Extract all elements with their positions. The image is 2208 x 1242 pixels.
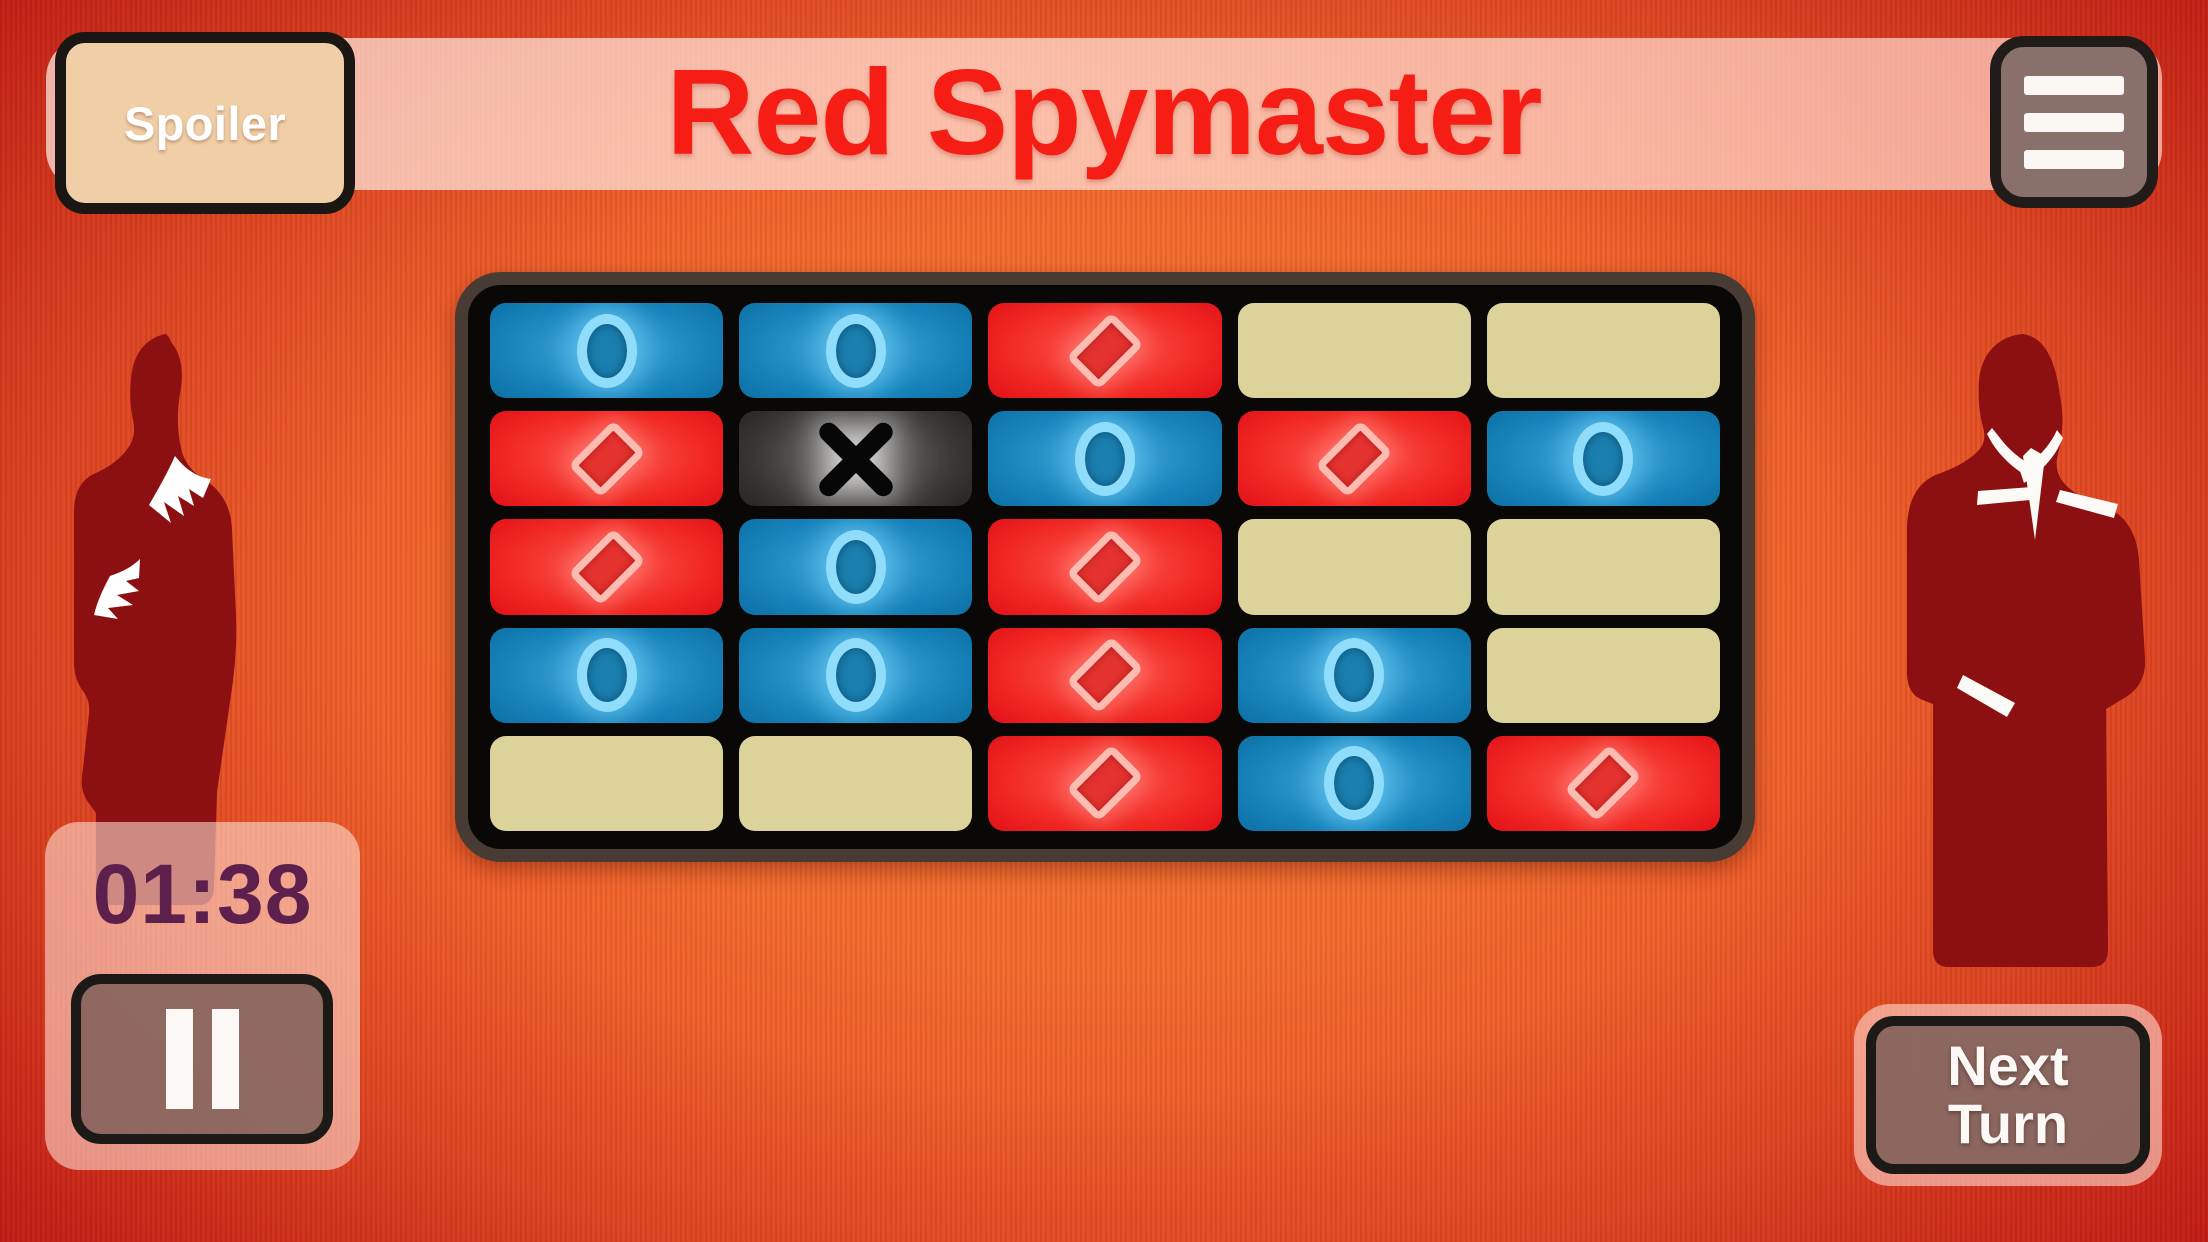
- circle-glyph-icon: [825, 313, 886, 388]
- card-r1-c3[interactable]: [988, 303, 1222, 399]
- card-r5-c3[interactable]: [988, 735, 1222, 831]
- timer-display: 01:38: [92, 847, 313, 941]
- game-board: [455, 272, 1755, 862]
- circle-glyph-icon: [1324, 746, 1385, 821]
- pause-button[interactable]: [71, 974, 333, 1144]
- card-r2-c2[interactable]: [739, 411, 973, 507]
- circle-glyph-icon: [1074, 421, 1135, 496]
- circle-glyph-icon: [825, 529, 886, 604]
- card-r5-c4[interactable]: [1237, 735, 1471, 831]
- page-title: Red Spymaster: [666, 44, 1542, 180]
- hamburger-menu-icon[interactable]: [1990, 36, 2158, 208]
- card-r3-c4[interactable]: [1237, 519, 1471, 615]
- circle-glyph-icon: [1573, 421, 1634, 496]
- diamond-glyph-icon: [1066, 636, 1144, 715]
- menu-line-2: [2024, 112, 2124, 132]
- card-r1-c1[interactable]: [490, 303, 724, 399]
- circle-glyph-icon: [825, 638, 886, 713]
- next-turn-button[interactable]: Next Turn: [1866, 1016, 2150, 1174]
- card-r2-c3[interactable]: [988, 411, 1222, 507]
- diamond-glyph-icon: [1066, 528, 1144, 606]
- timer-panel: 01:38: [45, 822, 360, 1170]
- circle-glyph-icon: [576, 638, 637, 713]
- diamond-glyph-icon: [1066, 744, 1144, 823]
- diamond-glyph-icon: [1066, 311, 1144, 390]
- menu-line-3: [2024, 149, 2124, 169]
- card-r3-c5[interactable]: [1486, 519, 1720, 615]
- card-r4-c5[interactable]: [1486, 627, 1720, 723]
- menu-line-1: [2024, 75, 2124, 95]
- diamond-glyph-icon: [1315, 419, 1394, 498]
- diamond-glyph-icon: [567, 528, 646, 606]
- card-r1-c5[interactable]: [1486, 303, 1720, 399]
- next-turn-label-line2: Turn: [1947, 1092, 2069, 1155]
- card-r5-c1[interactable]: [490, 735, 724, 831]
- diamond-glyph-icon: [1564, 744, 1643, 823]
- diamond-glyph-icon: [567, 419, 646, 498]
- card-r1-c4[interactable]: [1237, 303, 1471, 399]
- card-grid: [490, 303, 1720, 831]
- card-r4-c1[interactable]: [490, 627, 724, 723]
- card-r1-c2[interactable]: [739, 303, 973, 399]
- card-r3-c2[interactable]: [739, 519, 973, 615]
- x-glyph-icon: [808, 411, 904, 506]
- next-turn-label-line1: Next: [1947, 1034, 2069, 1097]
- card-r5-c5[interactable]: [1486, 735, 1720, 831]
- card-r3-c1[interactable]: [490, 519, 724, 615]
- circle-glyph-icon: [1324, 638, 1385, 713]
- pause-icon-bar-1: [165, 1009, 193, 1109]
- card-r2-c4[interactable]: [1237, 411, 1471, 507]
- card-r2-c1[interactable]: [490, 411, 724, 507]
- card-r4-c2[interactable]: [739, 627, 973, 723]
- card-r5-c2[interactable]: [739, 735, 973, 831]
- circle-glyph-icon: [576, 313, 637, 388]
- card-r4-c3[interactable]: [988, 627, 1222, 723]
- card-r3-c3[interactable]: [988, 519, 1222, 615]
- card-r4-c4[interactable]: [1237, 627, 1471, 723]
- next-turn-panel: Next Turn: [1854, 1004, 2162, 1186]
- pause-icon-bar-2: [211, 1009, 239, 1109]
- card-r2-c5[interactable]: [1486, 411, 1720, 507]
